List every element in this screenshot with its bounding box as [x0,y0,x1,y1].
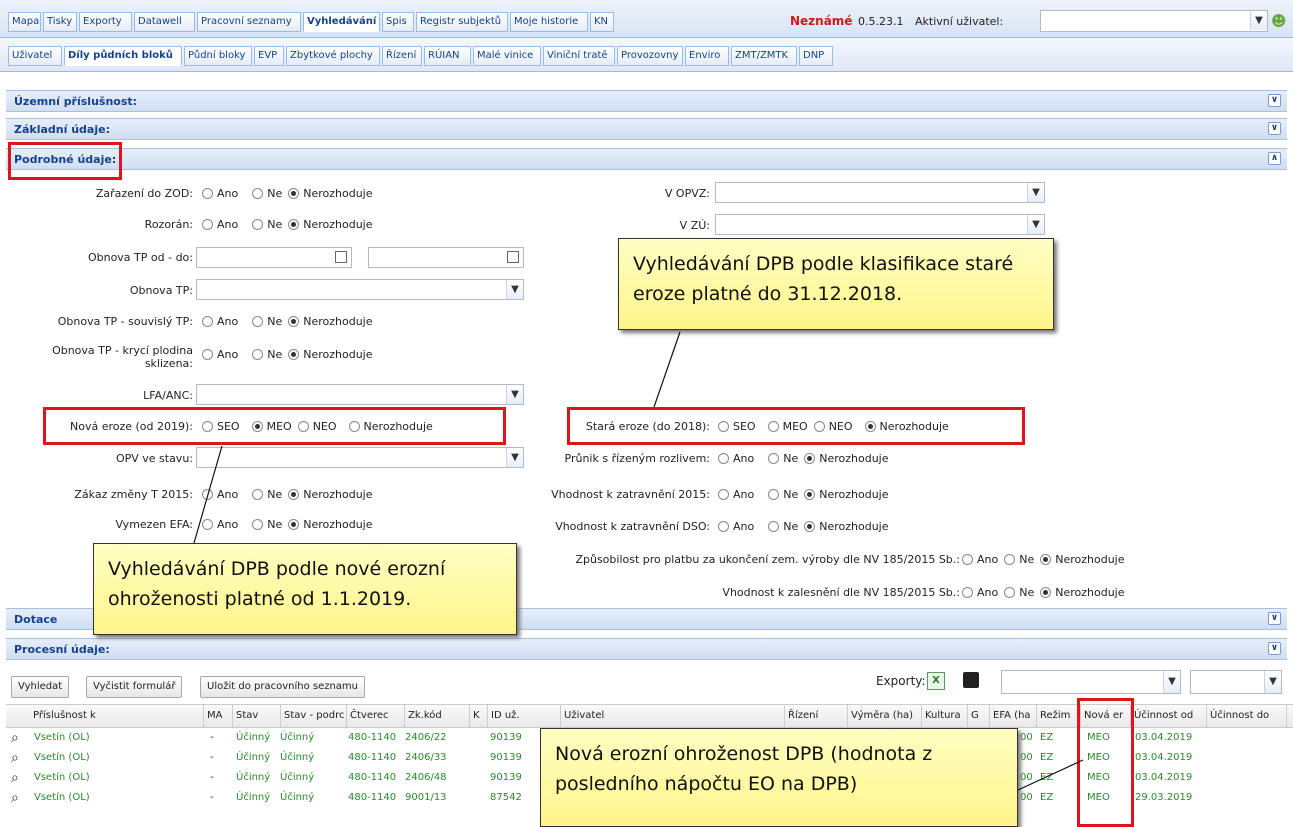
callout-leader-lines [193,331,1084,791]
leader-line [1017,759,1084,791]
leader-line [653,331,681,408]
leader-line [193,445,223,544]
